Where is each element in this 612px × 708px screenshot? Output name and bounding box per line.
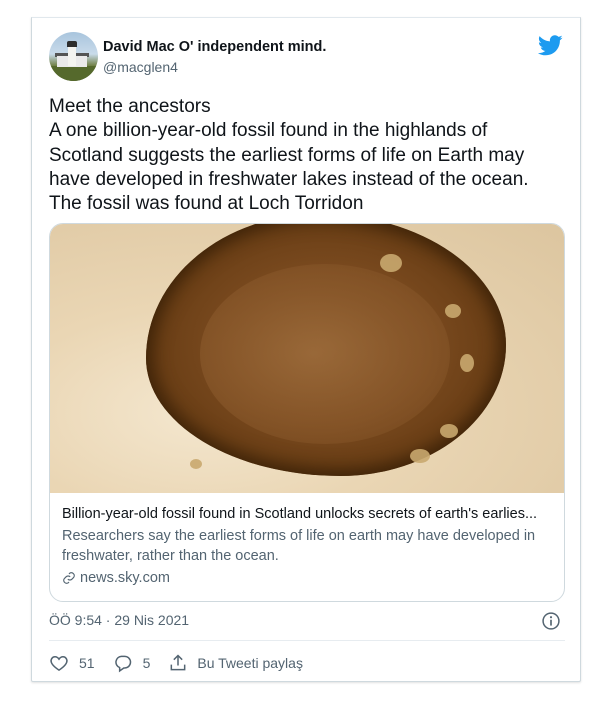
like-button[interactable]: 51	[49, 653, 95, 673]
reply-button[interactable]: 5	[113, 653, 151, 673]
share-icon	[170, 654, 186, 671]
tweet-line: have developed in freshwater lakes inste…	[49, 168, 529, 190]
tweet-timestamp[interactable]: ÖÖ 9:54 · 29 Nis 2021	[49, 612, 189, 628]
author-handle[interactable]: @macglen4	[103, 59, 178, 75]
link-card-title[interactable]: Billion-year-old fossil found in Scotlan…	[62, 506, 554, 522]
reply-bubble-icon	[114, 655, 131, 673]
domain-text: news.sky.com	[80, 570, 170, 586]
twitter-bird-icon[interactable]	[538, 35, 563, 56]
author-name[interactable]: David Mac O' independent mind.	[103, 39, 326, 55]
link-preview-card[interactable]: Billion-year-old fossil found in Scotlan…	[49, 223, 565, 602]
description-line: Researchers say the earliest forms of li…	[62, 528, 536, 544]
author-avatar[interactable]	[49, 32, 98, 81]
description-line: freshwater, rather than the ocean.	[62, 548, 279, 564]
link-card-description: Researchers say the earliest forms of li…	[62, 526, 554, 566]
link-icon	[63, 572, 75, 584]
embedded-tweet[interactable]: David Mac O' independent mind. @macglen4…	[31, 17, 581, 682]
share-label: Bu Tweeti paylaş	[197, 655, 303, 671]
tweet-actions: 51 5 Bu Tweeti paylaş	[49, 652, 321, 674]
tweet-line: A one billion-year-old fossil found in t…	[49, 120, 488, 142]
reply-count: 5	[142, 655, 151, 671]
tweet-text: Meet the ancestors A one billion-year-ol…	[49, 95, 569, 216]
divider	[49, 640, 565, 641]
info-icon[interactable]	[541, 611, 561, 631]
tweet-line: The fossil was found at Loch Torridon	[49, 193, 364, 215]
tweet-line: Scotland suggests the earliest forms of …	[49, 144, 525, 166]
link-card-domain[interactable]: news.sky.com	[62, 570, 170, 586]
share-button[interactable]: Bu Tweeti paylaş	[168, 653, 303, 673]
fossil-preview-image[interactable]	[50, 224, 564, 493]
tweet-line: Meet the ancestors	[49, 96, 211, 117]
like-count: 51	[79, 655, 95, 671]
heart-icon	[50, 655, 68, 671]
